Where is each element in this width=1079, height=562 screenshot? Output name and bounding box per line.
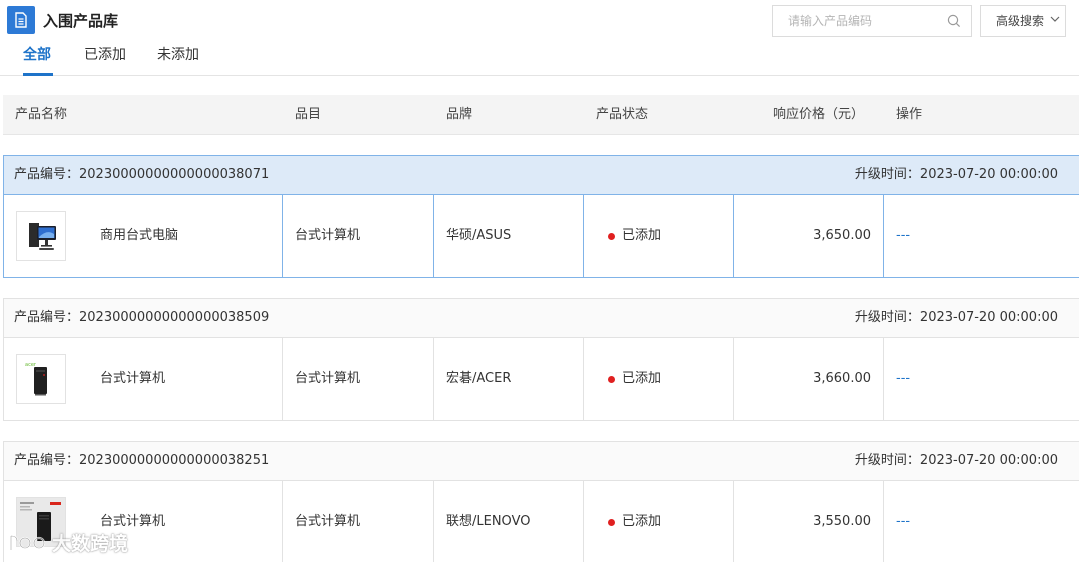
tab-added[interactable]: 已添加: [84, 46, 126, 64]
status-badge: 已添加: [622, 228, 662, 243]
product-group-header: 产品编号：20230000000000000038071 升级时间：2023-0…: [4, 156, 1079, 195]
column-header-price: 响应价格（元）: [773, 107, 865, 122]
column-header-status: 产品状态: [596, 107, 649, 122]
status-dot-icon: [608, 519, 615, 526]
product-category: 台式计算机: [295, 228, 361, 243]
product-brand: 联想/LENOVO: [446, 514, 531, 529]
filter-tabs: 全部 已添加 未添加: [0, 40, 1079, 76]
product-code: 产品编号：20230000000000000038251: [14, 453, 270, 468]
price-cell: 3,650.00: [734, 195, 884, 278]
table-header: 产品名称 品目 品牌 产品状态 响应价格（元） 操作: [3, 95, 1079, 135]
upgrade-time: 升级时间：2023-07-20 00:00:00: [854, 310, 1058, 325]
status-cell: 已添加: [584, 195, 734, 278]
search-input[interactable]: [774, 7, 942, 35]
brand-cell: 联想/LENOVO: [434, 481, 584, 562]
product-group[interactable]: 产品编号：20230000000000000038509 升级时间：2023-0…: [3, 298, 1079, 421]
page-header: 入围产品库 高级搜索 全部 已添加 未添加: [0, 0, 1079, 76]
product-code: 产品编号：20230000000000000038071: [14, 167, 270, 182]
upgrade-time: 升级时间：2023-07-20 00:00:00: [854, 453, 1058, 468]
product-code-search[interactable]: [772, 5, 972, 37]
advanced-search-label: 高级搜索: [996, 14, 1045, 28]
table-row[interactable]: 台式计算机 台式计算机 联想/LENOVO 已添加 3,550.00 ---: [4, 481, 1079, 562]
acer-tower-pc-image[interactable]: acer: [16, 354, 66, 404]
status-dot-icon: [608, 376, 615, 383]
action-cell: ---: [884, 195, 1079, 278]
product-name-cell: 商用台式电脑: [4, 195, 283, 278]
active-tab-indicator: [23, 73, 53, 76]
watermark-logo: [9, 534, 46, 550]
price-cell: 3,550.00: [734, 481, 884, 562]
product-brand: 宏碁/ACER: [446, 371, 512, 386]
product-group-header: 产品编号：20230000000000000038251 升级时间：2023-0…: [4, 442, 1079, 481]
column-header-category: 品目: [295, 107, 322, 122]
upgrade-time: 升级时间：2023-07-20 00:00:00: [854, 167, 1058, 182]
action-link[interactable]: ---: [896, 371, 910, 387]
document-icon: [7, 6, 35, 34]
product-name: 台式计算机: [100, 514, 166, 529]
product-code: 产品编号：20230000000000000038509: [14, 310, 270, 325]
page-title: 入围产品库: [43, 12, 119, 30]
product-category: 台式计算机: [295, 371, 361, 386]
brand-cell: 华硕/ASUS: [434, 195, 584, 278]
action-link[interactable]: ---: [896, 228, 910, 244]
status-cell: 已添加: [584, 481, 734, 562]
advanced-search-dropdown[interactable]: 高级搜索: [980, 5, 1066, 37]
column-header-name: 产品名称: [15, 107, 68, 122]
action-link[interactable]: ---: [896, 514, 910, 530]
category-cell: 台式计算机: [283, 195, 434, 278]
column-header-brand: 品牌: [446, 107, 473, 122]
price-cell: 3,660.00: [734, 338, 884, 421]
tab-not-added[interactable]: 未添加: [157, 46, 199, 64]
product-brand: 华硕/ASUS: [446, 228, 512, 243]
product-price: 3,650.00: [813, 228, 871, 243]
product-category: 台式计算机: [295, 514, 361, 529]
status-dot-icon: [608, 233, 615, 240]
product-price: 3,660.00: [813, 371, 871, 386]
category-cell: 台式计算机: [283, 481, 434, 562]
brand-cell: 宏碁/ACER: [434, 338, 584, 421]
watermark-text: 大数跨境: [52, 533, 129, 555]
product-name: 台式计算机: [100, 371, 166, 386]
product-price: 3,550.00: [813, 514, 871, 529]
table-row[interactable]: 商用台式电脑 台式计算机 华硕/ASUS 已添加 3,650.00 ---: [4, 195, 1079, 278]
product-group[interactable]: 产品编号：20230000000000000038251 升级时间：2023-0…: [3, 441, 1079, 562]
column-header-action: 操作: [896, 107, 923, 122]
desktop-computer-monitor-image[interactable]: [16, 211, 66, 261]
status-badge: 已添加: [622, 371, 662, 386]
status-cell: 已添加: [584, 338, 734, 421]
action-cell: ---: [884, 481, 1079, 562]
chevron-down-icon: [1050, 16, 1060, 22]
action-cell: ---: [884, 338, 1079, 421]
search-icon[interactable]: [947, 14, 961, 28]
table-row[interactable]: acer 台式计算机 台式计算机 宏碁/ACER 已添加 3,660.00 --…: [4, 338, 1079, 421]
product-name-cell: acer 台式计算机: [4, 338, 283, 421]
product-group[interactable]: 产品编号：20230000000000000038071 升级时间：2023-0…: [3, 155, 1079, 278]
tab-all[interactable]: 全部: [23, 46, 51, 64]
category-cell: 台式计算机: [283, 338, 434, 421]
product-group-header: 产品编号：20230000000000000038509 升级时间：2023-0…: [4, 299, 1079, 338]
product-name: 商用台式电脑: [100, 228, 179, 243]
status-badge: 已添加: [622, 514, 662, 529]
